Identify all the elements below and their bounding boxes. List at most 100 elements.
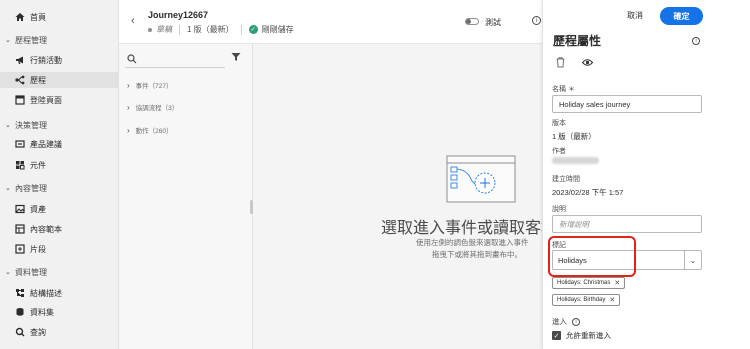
palette-category-orchestration[interactable]: › 協調流程（3） [127, 102, 178, 113]
allow-reentry-checkbox[interactable]: ✓ 允許重新進入 [552, 330, 611, 341]
back-arrow-icon[interactable]: ‹ [131, 15, 135, 27]
nav-label: 元件 [30, 160, 46, 170]
nav-label: 結構描述 [30, 288, 62, 298]
version-label: 版本 [552, 120, 566, 127]
category-label: 動作（260） [135, 128, 173, 135]
info-icon[interactable]: i [572, 317, 580, 326]
journey-properties-panel: 取消 確定 歷程屬性 i 名稱 ＊ Holiday sales journey … [542, 0, 750, 349]
trash-icon[interactable] [556, 57, 565, 68]
nav-section-label: 歷程管理 [15, 35, 47, 45]
palette-search-input[interactable] [125, 50, 225, 68]
nav-item-offers[interactable]: 產品建議 [0, 136, 119, 152]
megaphone-icon [14, 55, 25, 66]
nav-item-components[interactable]: 元件 [0, 157, 119, 173]
resize-handle[interactable] [250, 200, 253, 214]
database-icon [14, 307, 25, 318]
nav-section-journey[interactable]: ⌄ 歷程管理 [0, 33, 119, 47]
nav-label: 登陸頁面 [30, 95, 62, 105]
name-field[interactable]: Holiday sales journey [552, 95, 702, 113]
nav-item-home[interactable]: 首頁 [0, 9, 119, 25]
empty-state-subtitle: 使用左側的調色盤來選取進入事件 [416, 238, 529, 247]
divider [240, 24, 242, 35]
description-field[interactable]: 新增說明 [552, 215, 702, 233]
nav-item-content-templates[interactable]: 內容範本 [0, 221, 119, 237]
template-icon [14, 224, 25, 235]
journey-meta: 草稿 1 版（最新） ✓ 剛剛儲存 [148, 24, 294, 35]
nav-item-queries[interactable]: 查詢 [0, 324, 119, 340]
author-value-redacted [552, 157, 599, 164]
empty-state-title: 選取進入事件或讀取客群 [381, 220, 542, 237]
cancel-button[interactable]: 取消 [627, 10, 643, 21]
chevron-down-icon[interactable]: ⌄ [684, 251, 701, 269]
tag-chip[interactable]: Holidays: Christmas ✕ [552, 277, 626, 289]
chevron-right-icon: › [127, 125, 130, 135]
page-icon [14, 95, 25, 106]
nav-label: 資產 [30, 204, 46, 214]
panel-title: 歷程屬性 [553, 34, 602, 48]
info-icon[interactable]: i [692, 37, 700, 45]
divider [179, 24, 180, 35]
nav-section-label: 決策管理 [15, 120, 47, 130]
chevron-down-icon: ⌄ [5, 185, 11, 192]
version-value: 1 版（最新） [552, 132, 596, 141]
nav-item-fragments[interactable]: 片段 [0, 241, 119, 257]
journey-title[interactable]: Journey12667 [148, 10, 208, 20]
version-label: 1 版（最新） [187, 25, 234, 34]
checkbox-checked-icon[interactable]: ✓ [552, 331, 561, 340]
nav-label: 片段 [30, 244, 46, 254]
tag-chip-label: Holidays: Christmas [557, 280, 611, 286]
chevron-right-icon: › [127, 102, 130, 112]
chevron-down-icon: ⌄ [5, 37, 11, 44]
components-icon [14, 160, 25, 171]
nav-item-campaigns[interactable]: 行銷活動 [0, 52, 119, 68]
chevron-down-icon: ⌄ [5, 122, 11, 129]
nav-item-assets[interactable]: 資產 [0, 201, 119, 217]
palette-category-actions[interactable]: › 動作（260） [127, 125, 173, 136]
confirm-button[interactable]: 確定 [660, 7, 703, 25]
nav-section-label: 資料管理 [15, 267, 47, 277]
nav-item-datasets[interactable]: 資料集 [0, 304, 119, 320]
nav-label: 歷程 [30, 75, 46, 85]
nav-item-landing-pages[interactable]: 登陸頁面 [0, 92, 119, 108]
eye-icon[interactable] [582, 58, 593, 67]
nav-section-label: 內容管理 [15, 183, 47, 193]
nav-label: 產品建議 [30, 139, 62, 149]
chevron-right-icon: › [127, 80, 130, 90]
save-status: 剛剛儲存 [261, 25, 294, 34]
nav-label: 查詢 [30, 327, 46, 337]
left-nav: 首頁 ⌄ 歷程管理 行銷活動 歷程 登陸頁面 ⌄ 決策管理 產品建議 元件 ⌄ … [0, 0, 119, 349]
chevron-down-icon: ⌄ [5, 269, 11, 276]
query-icon [14, 327, 25, 338]
nav-section-data[interactable]: ⌄ 資料管理 [0, 265, 119, 279]
name-label: 名稱 ＊ [552, 86, 575, 93]
entry-section: 進入 i [552, 316, 580, 327]
test-mode-label: 測試 [485, 18, 501, 27]
schema-icon [14, 288, 25, 299]
home-icon [14, 12, 25, 23]
nav-section-decision[interactable]: ⌄ 決策管理 [0, 118, 119, 132]
empty-state-subtitle: 拖曳下或將其拖到畫布中。 [432, 250, 522, 259]
activity-palette: › 事件（727） › 協調流程（3） › 動作（260） [119, 44, 253, 349]
filter-icon[interactable] [231, 52, 241, 62]
created-label: 建立時間 [552, 176, 580, 183]
empty-canvas-illustration [446, 155, 516, 203]
palette-category-events[interactable]: › 事件（727） [127, 80, 173, 91]
remove-tag-icon[interactable]: ✕ [609, 296, 615, 304]
nav-item-schemas[interactable]: 結構描述 [0, 285, 119, 301]
nav-section-content[interactable]: ⌄ 內容管理 [0, 181, 119, 195]
tag-chip-label: Holidays: Birthday [557, 297, 606, 303]
nav-label: 行銷活動 [30, 55, 62, 65]
nav-label: 內容範本 [30, 224, 62, 234]
remove-tag-icon[interactable]: ✕ [614, 279, 620, 287]
description-label: 說明 [552, 206, 566, 213]
info-icon[interactable]: i [532, 16, 541, 25]
status-badge: 草稿 [156, 25, 172, 34]
nav-label: 資料集 [30, 307, 54, 317]
tag-chip[interactable]: Holidays: Birthday ✕ [552, 294, 621, 306]
journey-icon [14, 75, 25, 86]
test-mode-toggle[interactable] [465, 18, 479, 25]
highlight-box [548, 236, 636, 277]
nav-item-journeys[interactable]: 歷程 [0, 72, 119, 88]
journey-canvas[interactable]: 選取進入事件或讀取客群 使用左側的調色盤來選取進入事件 拖曳下或將其拖到畫布中。 [253, 44, 542, 349]
checkmark-circle-icon: ✓ [248, 25, 258, 34]
